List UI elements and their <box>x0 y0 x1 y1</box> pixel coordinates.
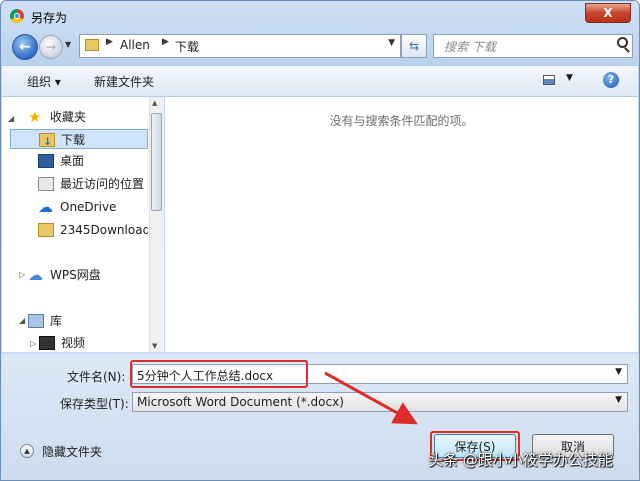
back-button[interactable]: ← <box>12 34 38 60</box>
title-bar: 另存为 X <box>1 1 639 31</box>
chevron-up-icon: ▲ <box>20 444 34 458</box>
filename-label: 文件名(N): <box>67 370 126 384</box>
search-icon[interactable] <box>617 37 628 48</box>
sidebar-item-label: 桌面 <box>60 154 85 168</box>
empty-message: 没有与搜索条件匹配的项。 <box>329 114 474 128</box>
navigation-pane: ◢ ★ 收藏夹 下载 桌面 最近访问的位置 ☁ OneDrive 2345Dow… <box>2 97 164 352</box>
breadcrumb-arrow-icon[interactable]: ▶ <box>162 37 169 47</box>
sidebar-item-label: OneDrive <box>60 200 117 214</box>
breadcrumb-arrow-icon[interactable]: ▶ <box>106 37 113 47</box>
sidebar-scrollbar[interactable]: ▲ ▼ <box>149 97 164 352</box>
sidebar-item-wps-cloud[interactable]: ☁ WPS网盘 <box>28 265 138 285</box>
refresh-button[interactable]: ⇆ <box>401 34 427 58</box>
sidebar-item-label: 视频 <box>61 336 86 350</box>
scroll-up-icon[interactable]: ▲ <box>152 99 157 107</box>
star-icon: ★ <box>28 108 42 126</box>
search-placeholder: 搜索 下载 <box>444 40 496 54</box>
recent-places-icon <box>38 177 54 191</box>
command-toolbar: 组织 ▾ 新建文件夹 ▼ ? <box>2 65 638 97</box>
sidebar-item-desktop[interactable]: 桌面 <box>38 151 146 171</box>
collapse-arrow-icon[interactable]: ◢ <box>8 114 14 123</box>
sidebar-item-label: 最近访问的位置 <box>60 177 145 191</box>
file-list[interactable]: 没有与搜索条件匹配的项。 <box>165 97 638 352</box>
sidebar-item-label: 收藏夹 <box>50 110 87 124</box>
save-as-dialog: 另存为 X ← → ▼ ▶ Allen ▶ 下载 ▼ ⇆ 搜索 下载 组织 ▾ … <box>0 0 640 481</box>
downloads-folder-icon <box>39 132 55 152</box>
sidebar-item-label: WPS网盘 <box>50 268 101 282</box>
sidebar-item-onedrive[interactable]: ☁ OneDrive <box>38 197 146 217</box>
library-icon <box>28 314 44 328</box>
sidebar-item-recent-places[interactable]: 最近访问的位置 <box>38 174 148 194</box>
address-dropdown-icon[interactable]: ▼ <box>388 38 395 48</box>
sidebar-item-videos[interactable]: 视频 <box>39 333 139 353</box>
filetype-label: 保存类型(T): <box>60 397 129 411</box>
address-bar[interactable]: ▶ Allen ▶ 下载 ▼ <box>79 34 401 58</box>
cloud-icon: ☁ <box>38 198 53 216</box>
folder-icon <box>85 39 99 51</box>
filetype-dropdown-icon[interactable]: ▼ <box>615 395 622 405</box>
sidebar-item-label: 库 <box>50 314 63 328</box>
desktop-icon <box>38 154 54 168</box>
help-icon[interactable]: ? <box>603 72 619 88</box>
filename-highlight-box <box>130 360 308 388</box>
search-input[interactable]: 搜索 下载 <box>433 34 633 58</box>
history-dropdown-icon[interactable]: ▼ <box>65 40 75 50</box>
folder-icon <box>38 223 54 237</box>
expand-arrow-icon[interactable]: ▷ <box>30 339 36 348</box>
watermark-text: 头条 @跟小小筱学办公技能 <box>428 451 613 469</box>
hide-folders-label: 隐藏文件夹 <box>42 445 103 459</box>
forward-button[interactable]: → <box>39 35 63 59</box>
navigation-row: ← → ▼ ▶ Allen ▶ 下载 ▼ ⇆ 搜索 下载 <box>1 31 639 63</box>
breadcrumb-downloads[interactable]: 下载 <box>175 38 199 55</box>
sidebar-item-label: 下载 <box>61 133 86 147</box>
sidebar-item-library[interactable]: 库 <box>28 311 138 331</box>
sidebar-item-favorites[interactable]: ★ 收藏夹 <box>28 107 138 127</box>
filename-dropdown-icon[interactable]: ▼ <box>615 367 622 377</box>
wps-cloud-icon: ☁ <box>28 266 43 284</box>
organize-button[interactable]: 组织 ▾ <box>27 73 61 90</box>
chrome-icon <box>10 9 24 23</box>
view-options-icon[interactable] <box>543 75 555 85</box>
dialog-title: 另存为 <box>31 11 68 25</box>
close-button[interactable]: X <box>585 3 631 23</box>
filetype-value: Microsoft Word Document (*.docx) <box>137 395 344 409</box>
sidebar-item-2345downloads[interactable]: 2345Downloads <box>38 220 148 240</box>
expand-arrow-icon[interactable]: ▷ <box>19 270 25 279</box>
scrollbar-thumb[interactable] <box>151 113 162 211</box>
sidebar-item-downloads[interactable]: 下载 <box>10 129 148 152</box>
collapse-arrow-icon[interactable]: ◢ <box>19 316 25 325</box>
view-dropdown-icon[interactable]: ▼ <box>566 73 573 83</box>
filetype-select[interactable]: Microsoft Word Document (*.docx) ▼ <box>132 392 628 412</box>
scroll-down-icon[interactable]: ▼ <box>152 342 157 350</box>
breadcrumb-allen[interactable]: Allen <box>120 38 150 52</box>
sidebar-item-label: 2345Downloads <box>60 223 148 237</box>
video-icon <box>39 336 55 350</box>
new-folder-button[interactable]: 新建文件夹 <box>94 73 154 90</box>
